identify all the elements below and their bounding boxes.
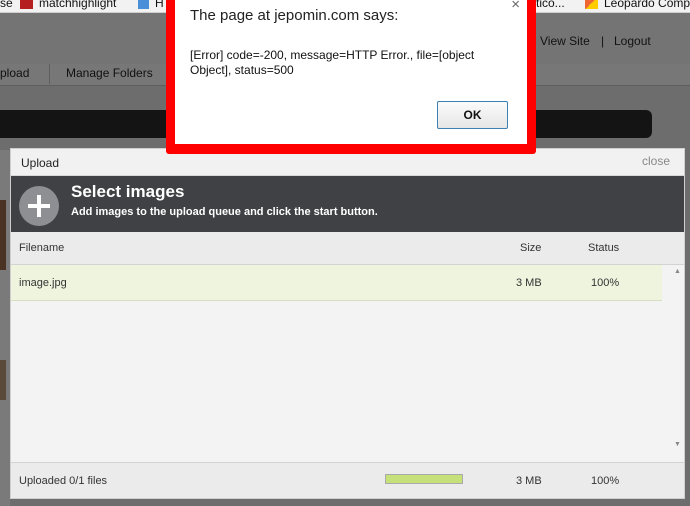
file-list: image.jpg 3 MB 100% ▲ ▼ xyxy=(11,265,684,485)
add-icon[interactable] xyxy=(19,186,59,226)
total-progress-bar xyxy=(385,474,463,484)
nav-manage-folders[interactable]: Manage Folders xyxy=(50,64,168,84)
close-link[interactable]: close xyxy=(642,154,670,168)
page-left-strip xyxy=(0,150,10,506)
thumbnail-image xyxy=(0,200,6,270)
file-status: 100% xyxy=(591,277,620,289)
file-list-header: Filename Size Status xyxy=(11,232,684,265)
alert-title: The page at jepomin.com says: xyxy=(190,7,399,24)
bookmark-label: Leopardo Comp xyxy=(604,0,690,10)
matchhighlight-icon xyxy=(20,0,33,9)
bookmark-matchhighlight[interactable]: matchhighlight xyxy=(20,0,116,10)
link-separator: | xyxy=(601,34,605,48)
total-percent: 100% xyxy=(591,475,620,487)
upload-footer: Uploaded 0/1 files 3 MB 100% xyxy=(11,462,684,498)
select-images-subheading: Add images to the upload queue and click… xyxy=(71,206,378,218)
file-size: 3 MB xyxy=(516,277,542,289)
thumbnail-image xyxy=(0,360,6,400)
upload-title: Upload xyxy=(21,156,60,170)
file-name: image.jpg xyxy=(19,277,67,289)
column-status: Status xyxy=(588,242,620,254)
close-icon[interactable]: × xyxy=(511,0,520,13)
file-row[interactable]: image.jpg 3 MB 100% xyxy=(11,265,662,301)
upload-dialog: Upload close Select images Add images to… xyxy=(10,148,685,499)
view-site-link[interactable]: View Site xyxy=(540,34,590,48)
bookmark-h[interactable]: H xyxy=(138,0,164,10)
alert-dialog: The page at jepomin.com says: × [Error] … xyxy=(166,0,536,154)
nav-upload[interactable]: pload xyxy=(0,64,50,84)
bookmark-label: se xyxy=(0,0,13,10)
total-size: 3 MB xyxy=(516,475,542,487)
logout-link[interactable]: Logout xyxy=(614,34,651,48)
bookmark-leopardo[interactable]: Leopardo Comp xyxy=(585,0,690,10)
ok-button[interactable]: OK xyxy=(437,101,508,129)
scroll-down-icon[interactable]: ▼ xyxy=(674,441,681,448)
alert-message: [Error] code=-200, message=HTTP Error., … xyxy=(190,48,475,77)
bookmark-label: H xyxy=(155,0,164,10)
file-list-scrollbar[interactable]: ▲ ▼ xyxy=(671,265,684,453)
column-size: Size xyxy=(520,242,542,254)
uploaded-count: Uploaded 0/1 files xyxy=(19,475,108,487)
select-images-heading: Select images xyxy=(71,182,185,201)
leopardo-icon xyxy=(585,0,598,9)
scroll-up-icon[interactable]: ▲ xyxy=(674,268,681,275)
bookmark-label: matchhighlight xyxy=(39,0,117,10)
bookmark-item[interactable]: se xyxy=(0,0,13,10)
bookmark-favicon-icon xyxy=(138,0,149,9)
column-filename: Filename xyxy=(19,242,65,254)
progress-fill xyxy=(386,475,462,483)
alert-body: The page at jepomin.com says: × [Error] … xyxy=(175,0,527,144)
select-images-header[interactable]: Select images Add images to the upload q… xyxy=(11,176,684,232)
